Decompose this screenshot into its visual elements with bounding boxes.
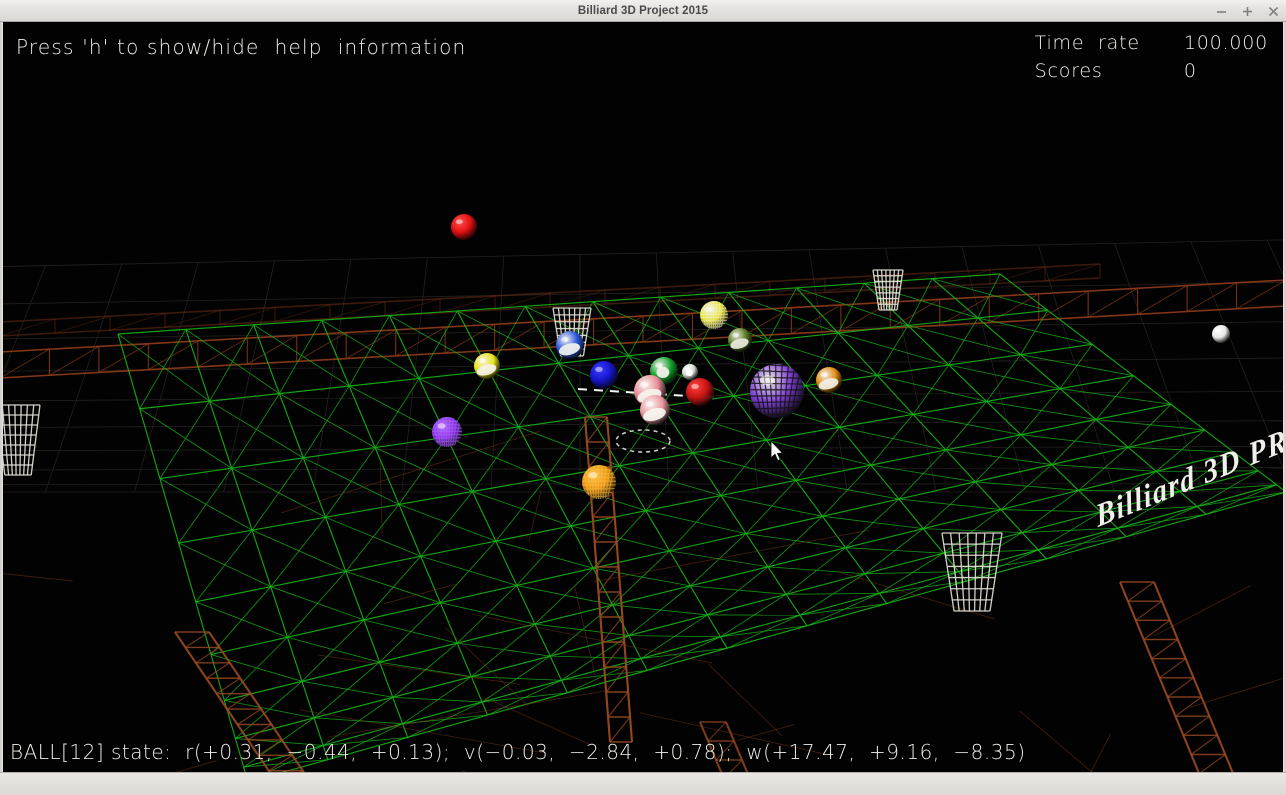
scores-label: Scores [1035,60,1140,82]
application-window: Billiard 3D Project 2015 Billiard 3D PRO… [0,0,1286,795]
window-bottom-border [0,772,1286,795]
gl-viewport[interactable]: Billiard 3D PROJECT Press 'h' to show/hi… [0,22,1286,772]
maximize-button[interactable] [1241,5,1254,18]
ball-red-center[interactable] [686,378,714,406]
ball-highlight [732,333,738,338]
minimize-button[interactable] [1215,5,1228,18]
ball-highlight [821,372,828,377]
ball-body [590,361,618,389]
window-controls [1215,0,1280,22]
ball-grey-small[interactable] [682,364,698,380]
ball-blue-solid[interactable] [590,361,618,389]
help-hint-text: Press 'h' to show/hide help information [16,35,466,59]
time-rate-label: Time rate [1035,32,1140,54]
ball-pink-selected[interactable] [640,395,670,425]
ball-purple-solid[interactable] [432,417,462,447]
ball-spot [686,370,693,376]
ball-highlight [691,384,699,389]
ball-highlight [456,219,463,224]
ball-orange-solid[interactable] [582,465,616,499]
ball-highlight [705,307,713,312]
window-titlebar[interactable]: Billiard 3D Project 2015 [0,0,1286,22]
ball-highlight [685,367,689,370]
ball-body [451,214,477,240]
pocket-left-side[interactable] [0,405,40,475]
ball-yellow-white[interactable] [474,353,500,379]
ball-body [1212,325,1230,343]
window-title: Billiard 3D Project 2015 [578,0,708,22]
stats-panel: Time rate 100.000 Scores 0 [1035,32,1268,82]
ball-highlight [595,367,603,372]
time-rate-value: 100.000 [1184,32,1268,54]
ball-highlight [438,423,446,429]
window-left-border [0,22,3,795]
ball-highlight [588,472,597,478]
ball-yellow-top[interactable] [700,301,728,329]
ball-state-status: BALL[12] state: r(+0.31, −0.44, +0.13); … [10,740,1026,764]
scene-logo-text: Billiard 3D PROJECT [1092,383,1286,535]
table-support-trusses [175,417,1249,772]
ball-highlight [1215,329,1220,332]
billiard-3d-scene: Billiard 3D PROJECT [0,22,1286,772]
balls [432,214,1230,499]
ball-highlight [655,363,663,368]
ball-body [686,378,714,406]
ball-spot [656,367,669,378]
close-button[interactable] [1267,5,1280,18]
ball-red-airborne[interactable] [451,214,477,240]
ball-highlight [479,358,486,363]
logo-label: Billiard 3D PROJECT [1092,383,1286,535]
ball-purple-checker[interactable] [750,363,804,418]
ball-highlight [646,401,654,407]
ball-highlight [561,337,569,342]
pockets [0,270,1002,611]
lower-bracing [0,431,1286,772]
scores-value: 0 [1184,60,1268,82]
ball-highlight [640,382,649,388]
ball-blue-white[interactable] [556,331,584,359]
cue-ball[interactable] [1212,325,1230,343]
scene-wireframe: Billiard 3D PROJECT [0,22,1286,772]
ball-orange-white[interactable] [816,367,842,393]
ball-olive-white[interactable] [728,328,752,352]
room-grid [0,237,1286,492]
ball-highlight [760,375,775,385]
